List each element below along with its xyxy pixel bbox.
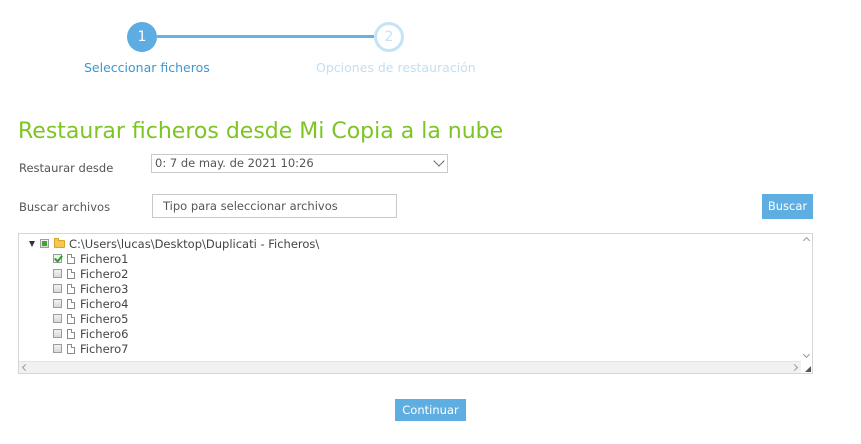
search-files-label: Buscar archivos bbox=[19, 200, 111, 214]
tree-item[interactable]: Fichero3 bbox=[53, 281, 129, 296]
scroll-left-icon[interactable] bbox=[21, 363, 30, 372]
item-label[interactable]: Fichero2 bbox=[80, 267, 129, 281]
item-label[interactable]: Fichero7 bbox=[80, 342, 129, 356]
restore-from-label: Restaurar desde bbox=[19, 161, 114, 175]
item-label[interactable]: Fichero5 bbox=[80, 312, 129, 326]
root-checkbox[interactable] bbox=[40, 239, 49, 248]
tree-item[interactable]: Fichero4 bbox=[53, 296, 129, 311]
item-checkbox[interactable] bbox=[53, 269, 62, 278]
tree-item[interactable]: Fichero1 bbox=[53, 251, 129, 266]
file-icon bbox=[67, 253, 75, 264]
file-icon bbox=[67, 268, 75, 279]
step-2-label[interactable]: Opciones de restauración bbox=[316, 60, 476, 75]
restore-from-selected-value: 0: 7 de may. de 2021 10:26 bbox=[155, 156, 314, 170]
item-checkbox[interactable] bbox=[53, 284, 62, 293]
item-checkbox[interactable] bbox=[53, 299, 62, 308]
folder-icon bbox=[54, 237, 65, 248]
file-icon bbox=[67, 313, 75, 324]
item-checkbox[interactable] bbox=[53, 254, 62, 263]
item-checkbox[interactable] bbox=[53, 314, 62, 323]
file-icon bbox=[67, 298, 75, 309]
chevron-down-icon bbox=[433, 155, 445, 167]
scroll-up-icon[interactable] bbox=[802, 236, 811, 245]
file-icon bbox=[67, 343, 75, 354]
item-label[interactable]: Fichero1 bbox=[80, 252, 129, 266]
item-label[interactable]: Fichero4 bbox=[80, 297, 129, 311]
step-2-circle[interactable]: 2 bbox=[374, 22, 404, 52]
step-1-label[interactable]: Seleccionar ficheros bbox=[84, 60, 210, 75]
search-button[interactable]: Buscar bbox=[762, 194, 813, 219]
root-path-label[interactable]: C:\Users\lucas\Desktop\Duplicati - Fiche… bbox=[69, 237, 319, 251]
tree-root-node[interactable]: C:\Users\lucas\Desktop\Duplicati - Fiche… bbox=[29, 236, 319, 251]
continue-button[interactable]: Continuar bbox=[395, 399, 466, 421]
scroll-right-icon[interactable] bbox=[790, 363, 799, 372]
tree-item[interactable]: Fichero5 bbox=[53, 311, 129, 326]
step-connector-line bbox=[157, 35, 374, 38]
tree-item[interactable]: Fichero6 bbox=[53, 326, 129, 341]
item-label[interactable]: Fichero3 bbox=[80, 282, 129, 296]
file-icon bbox=[67, 328, 75, 339]
item-checkbox[interactable] bbox=[53, 329, 62, 338]
tree-item[interactable]: Fichero7 bbox=[53, 341, 129, 356]
item-label[interactable]: Fichero6 bbox=[80, 327, 129, 341]
page-title: Restaurar ficheros desde Mi Copia a la n… bbox=[18, 119, 504, 144]
tree-item[interactable]: Fichero2 bbox=[53, 266, 129, 281]
resize-grip-icon[interactable] bbox=[805, 366, 811, 372]
file-tree[interactable]: C:\Users\lucas\Desktop\Duplicati - Fiche… bbox=[18, 233, 813, 374]
restore-from-select[interactable]: 0: 7 de may. de 2021 10:26 bbox=[151, 154, 448, 173]
vertical-scrollbar[interactable] bbox=[801, 234, 812, 361]
step-1-circle[interactable]: 1 bbox=[127, 22, 157, 52]
wizard-stepper: 1 2 Seleccionar ficheros Opciones de res… bbox=[0, 0, 861, 90]
file-icon bbox=[67, 283, 75, 294]
search-input[interactable] bbox=[152, 194, 397, 218]
scroll-down-icon[interactable] bbox=[802, 350, 811, 359]
item-checkbox[interactable] bbox=[53, 344, 62, 353]
expand-caret-icon[interactable] bbox=[29, 240, 35, 247]
horizontal-scrollbar[interactable] bbox=[19, 361, 801, 373]
